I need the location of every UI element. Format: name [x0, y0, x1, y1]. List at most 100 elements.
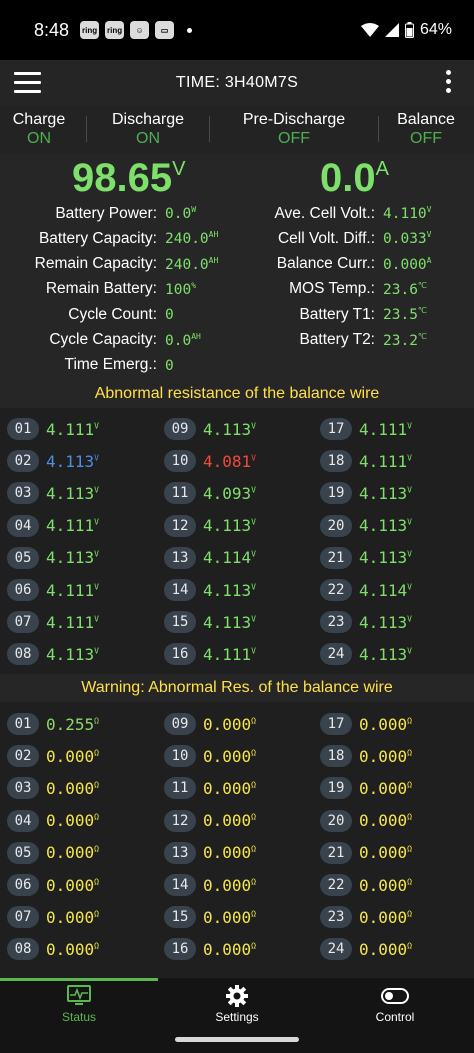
cell-unit: Ω: [251, 844, 256, 854]
reading-row: Battery Capacity: 240.0AH: [4, 226, 218, 251]
cell-value: 4.111V: [46, 420, 99, 439]
bottom-navigation: Status Settings Control: [0, 978, 474, 1053]
cell-value: 4.113V: [46, 548, 99, 567]
charge-status[interactable]: Charge ON: [0, 106, 78, 149]
cell-number: 0.000: [46, 939, 95, 959]
cell-number-badge: 24: [320, 938, 352, 961]
battery-icon: [404, 22, 414, 38]
cell-unit: V: [407, 646, 412, 656]
cell-unit: Ω: [251, 748, 256, 758]
cell-value: 0.000Ω: [203, 940, 256, 959]
tab-control[interactable]: Control: [316, 982, 474, 1032]
reading-value: 100%: [165, 281, 196, 298]
tab-status[interactable]: Status: [0, 982, 158, 1032]
tab-settings[interactable]: Settings: [158, 982, 316, 1032]
reading-value: 240.0AH: [165, 230, 218, 247]
wire-resistance-section-title: Warning: Abnormal Res. of the balance wi…: [0, 674, 474, 702]
tab-status-label: Status: [61, 1010, 97, 1024]
reading-row: Battery T1: 23.5℃: [234, 302, 426, 327]
cell-value: 4.111V: [359, 452, 412, 471]
cell-number: 4.113: [203, 612, 252, 632]
reading-unit: AH: [208, 255, 219, 265]
gear-icon: [226, 985, 248, 1007]
cell-unit: V: [94, 421, 99, 431]
cell-number: 4.113: [203, 419, 252, 439]
cell-unit: V: [94, 582, 99, 592]
reading-number: 0.0: [165, 205, 192, 222]
reading-value: 0.0W: [165, 205, 196, 222]
cell-unit: V: [251, 582, 256, 592]
cell-number: 4.113: [359, 612, 408, 632]
cell-number: 0.000: [203, 843, 252, 863]
cell-unit: V: [407, 453, 412, 463]
cell-number: 4.113: [46, 451, 95, 471]
cell-number: 0.000: [46, 875, 95, 895]
cell-unit: V: [251, 517, 256, 527]
cell-voltage-item: 23 4.113V: [320, 609, 412, 635]
cell-number-badge: 12: [164, 809, 196, 832]
cell-value: 4.114V: [203, 548, 256, 567]
cell-number-badge: 12: [164, 514, 196, 537]
cell-number-badge: 18: [320, 745, 352, 768]
discharge-value: ON: [136, 130, 160, 147]
reading-value: 0.033V: [383, 230, 431, 247]
reading-row: Cycle Capacity: 0.0AH: [4, 328, 201, 353]
cell-number-badge: 06: [7, 874, 39, 896]
cell-voltage-item: 19 4.113V: [320, 480, 412, 506]
cell-number-badge: 16: [164, 643, 196, 666]
reading-number: 0.000: [383, 256, 427, 273]
cell-value: 0.000Ω: [46, 876, 99, 895]
balance-label: Balance: [397, 111, 455, 128]
cell-number: 4.081: [203, 451, 252, 471]
cell-voltage-grid: 01 4.111V 02 4.113V 03 4.113V 04 4.111V 05 4.113V…: [0, 408, 474, 674]
cell-unit: Ω: [94, 941, 99, 951]
wire-resistance-item: 10 0.000Ω: [164, 743, 256, 769]
cell-value: 0.000Ω: [46, 747, 99, 766]
cell-value: 4.113V: [46, 452, 99, 471]
discharge-status[interactable]: Discharge ON: [87, 106, 209, 149]
cell-number: 4.113: [359, 516, 408, 536]
cell-number: 4.111: [46, 612, 95, 632]
cell-value: 0.000Ω: [46, 811, 99, 830]
reading-number: 0: [165, 307, 174, 324]
cell-number: 4.093: [203, 483, 252, 503]
balance-status[interactable]: Balance OFF: [379, 106, 473, 149]
cell-voltage-item: 22 4.114V: [320, 577, 412, 603]
cell-voltage-item: 18 4.111V: [320, 448, 412, 474]
balance-value: OFF: [410, 130, 442, 147]
reading-label: Time Emerg.:: [64, 356, 157, 374]
cell-value: 0.000Ω: [46, 940, 99, 959]
cell-unit: Ω: [94, 716, 99, 726]
cell-number: 0.000: [203, 778, 252, 798]
cell-number: 0.000: [46, 907, 95, 927]
cell-voltage-item: 07 4.111V: [7, 609, 99, 635]
cell-number: 4.113: [46, 548, 95, 568]
cell-unit: V: [407, 549, 412, 559]
wire-resistance-item: 20 0.000Ω: [320, 808, 412, 834]
wire-resistance-item: 18 0.000Ω: [320, 743, 412, 769]
cell-unit: V: [251, 485, 256, 495]
signal-icon: [384, 23, 399, 37]
cell-number: 4.113: [46, 644, 95, 664]
wire-resistance-item: 04 0.000Ω: [7, 808, 99, 834]
pre-discharge-status[interactable]: Pre-Discharge OFF: [210, 106, 378, 149]
reading-unit: W: [191, 205, 197, 215]
wire-resistance-item: 21 0.000Ω: [320, 840, 412, 866]
cell-number: 0.000: [203, 714, 252, 734]
cell-number: 0.000: [359, 746, 408, 766]
reading-label: Remain Battery:: [45, 280, 157, 298]
cell-voltage-item: 09 4.113V: [164, 416, 256, 442]
reading-label: MOS Temp.:: [289, 280, 375, 298]
cell-number-badge: 23: [320, 611, 352, 634]
reading-value: 0: [165, 357, 174, 374]
system-status-bar: 8:48 ring ring ☺ ▭ 64%: [0, 0, 474, 60]
reading-unit: AH: [208, 230, 219, 240]
cell-value: 4.114V: [359, 581, 412, 600]
cell-number: 0.000: [203, 907, 252, 927]
cell-value: 0.000Ω: [359, 876, 412, 895]
toggle-icon: [381, 988, 409, 1004]
menu-icon[interactable]: [14, 72, 41, 94]
cell-number-badge: 07: [7, 611, 39, 634]
reading-label: Balance Curr.:: [276, 255, 375, 273]
more-options-icon[interactable]: [444, 70, 452, 96]
